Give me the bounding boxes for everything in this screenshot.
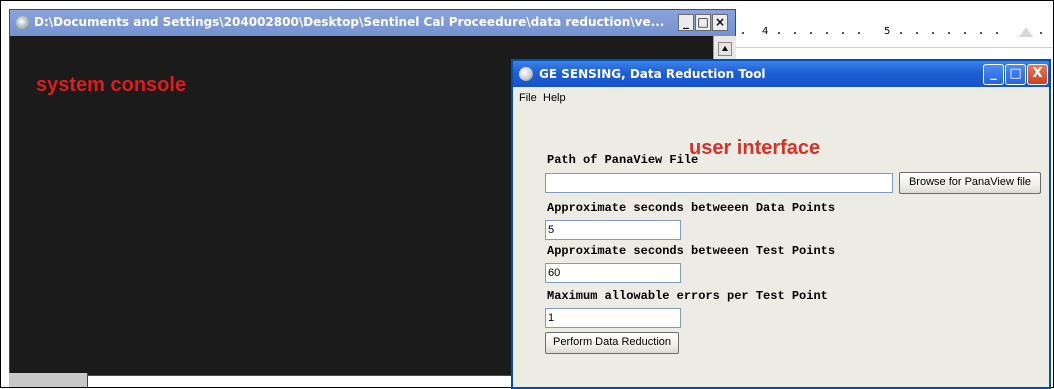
browse-button[interactable]: Browse for PanaView file bbox=[899, 172, 1041, 194]
ui-minimize-button[interactable]: _ bbox=[983, 64, 1004, 85]
perform-data-reduction-button[interactable]: Perform Data Reduction bbox=[545, 332, 679, 354]
data-points-label: Approximate seconds betweeen Data Points bbox=[547, 201, 836, 215]
console-annotation-label: system console bbox=[36, 74, 187, 96]
path-label: Path of PanaView File bbox=[547, 153, 699, 167]
menu-bar: File Help bbox=[513, 89, 1049, 107]
ruler-tick bbox=[810, 32, 812, 34]
ruler-tick bbox=[742, 32, 744, 34]
ruler-tick bbox=[858, 32, 860, 34]
ruler-tick bbox=[932, 32, 934, 34]
ruler-number: 5 bbox=[884, 26, 891, 37]
ui-maximize-button[interactable]: □ bbox=[1005, 64, 1026, 85]
ruler-tick bbox=[948, 32, 950, 34]
console-close-button[interactable]: × bbox=[712, 14, 728, 31]
ui-close-button[interactable]: X bbox=[1027, 64, 1048, 85]
data-reduction-tool-window[interactable]: GE SENSING, Data Reduction Tool _ □ X Fi… bbox=[511, 59, 1051, 389]
ruler-tick bbox=[826, 32, 828, 34]
ruler-number: 4 bbox=[762, 26, 769, 37]
console-title: D:\Documents and Settings\204002800\Desk… bbox=[34, 15, 665, 29]
ruler-tick bbox=[980, 32, 982, 34]
app-icon bbox=[519, 67, 533, 81]
errors-input[interactable]: 1 bbox=[545, 308, 681, 328]
ruler-tick bbox=[842, 32, 844, 34]
console-titlebar[interactable]: D:\Documents and Settings\204002800\Desk… bbox=[10, 10, 735, 36]
menu-file[interactable]: File bbox=[519, 92, 537, 104]
ruler-tick bbox=[778, 32, 780, 34]
ui-annotation-label: user interface bbox=[689, 137, 821, 159]
ruler-indent-marker[interactable] bbox=[1019, 27, 1033, 37]
console-maximize-button[interactable]: □ bbox=[695, 14, 711, 31]
ruler-tick bbox=[996, 32, 998, 34]
ruler-tick bbox=[964, 32, 966, 34]
test-points-label: Approximate seconds betweeen Test Points bbox=[547, 244, 836, 258]
ruler-tick bbox=[900, 32, 902, 34]
test-points-input[interactable]: 60 bbox=[545, 263, 681, 283]
ruler-tick bbox=[794, 32, 796, 34]
data-points-input[interactable]: 5 bbox=[545, 220, 681, 240]
ui-titlebar[interactable]: GE SENSING, Data Reduction Tool _ □ X bbox=[513, 61, 1049, 87]
errors-label: Maximum allowable errors per Test Point bbox=[547, 289, 828, 303]
ruler-tick bbox=[916, 32, 918, 34]
path-input[interactable] bbox=[545, 173, 893, 193]
ruler-tick bbox=[1040, 32, 1042, 34]
screenshot-frame: 4 5 D:\Documents and Settings\204002800\… bbox=[0, 0, 1054, 389]
scroll-up-arrow-icon[interactable] bbox=[718, 42, 732, 56]
menu-help[interactable]: Help bbox=[543, 92, 566, 104]
document-ruler: 4 5 bbox=[736, 21, 1052, 48]
ui-window-title: GE SENSING, Data Reduction Tool bbox=[539, 67, 766, 81]
taskbar-strip bbox=[9, 373, 88, 387]
console-minimize-button[interactable]: _ bbox=[678, 14, 694, 31]
app-icon bbox=[16, 16, 30, 30]
